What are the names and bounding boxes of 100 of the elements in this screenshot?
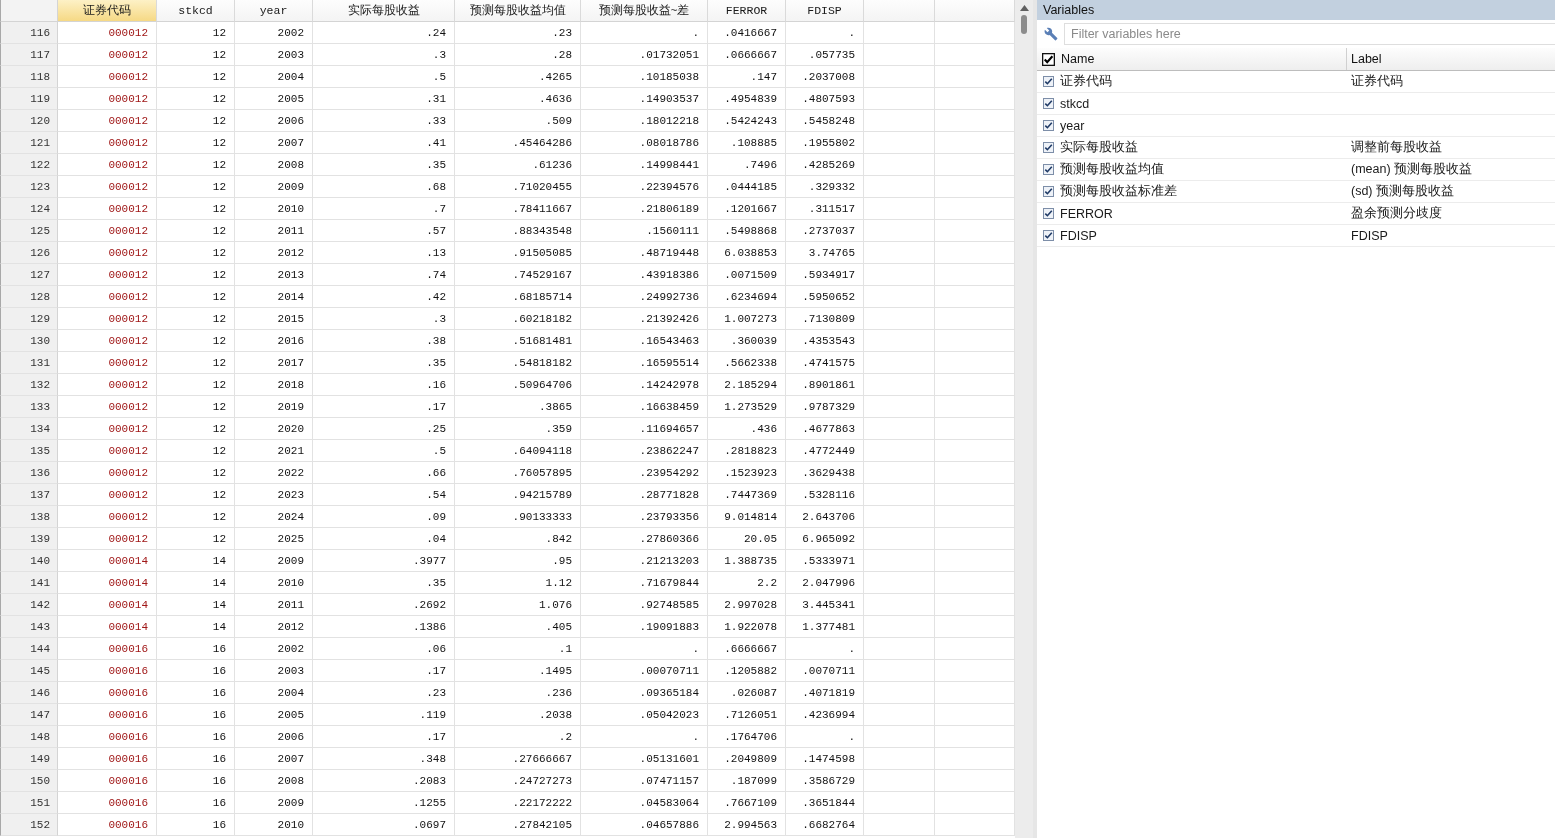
variable-name[interactable]: 预测每股收益均值 [1060, 161, 1164, 178]
table-cell: .329332 [786, 176, 864, 198]
table-cell: 2004 [235, 66, 313, 88]
table-cell: .4285269 [786, 154, 864, 176]
table-cell: .91505085 [455, 242, 581, 264]
table-cell: 000012 [58, 462, 157, 484]
table-cell: .2038 [455, 704, 581, 726]
row-number: 129 [0, 308, 58, 330]
table-cell: .68 [313, 176, 455, 198]
table-cell: .51681481 [455, 330, 581, 352]
scroll-up-icon[interactable] [1019, 5, 1029, 11]
table-cell: 2006 [235, 110, 313, 132]
variable-name[interactable]: FDISP [1060, 228, 1097, 243]
variable-name[interactable]: FERROR [1060, 206, 1113, 221]
variable-name[interactable]: stkcd [1060, 96, 1090, 111]
column-header[interactable]: year [235, 0, 313, 22]
table-cell: .7126051 [708, 704, 786, 726]
table-cell: 12 [157, 286, 235, 308]
table-cell: .09365184 [581, 682, 708, 704]
table-cell: 2.2 [708, 572, 786, 594]
checkbox[interactable] [1043, 164, 1054, 175]
filter-field[interactable]: Filter variables here [1064, 23, 1555, 45]
table-cell: .4265 [455, 66, 581, 88]
table-cell: .14903537 [581, 88, 708, 110]
table-cell: .90133333 [455, 506, 581, 528]
row-number: 144 [0, 638, 58, 660]
row-number: 118 [0, 66, 58, 88]
table-cell: .76057895 [455, 462, 581, 484]
table-cell: 12 [157, 528, 235, 550]
table-cell: 12 [157, 374, 235, 396]
column-header[interactable]: FDISP [786, 0, 864, 22]
column-header[interactable]: stkcd [157, 0, 235, 22]
checkbox[interactable] [1043, 208, 1054, 219]
checkbox[interactable] [1043, 120, 1054, 131]
table-cell: .359 [455, 418, 581, 440]
row-number: 123 [0, 176, 58, 198]
row-number: 149 [0, 748, 58, 770]
table-cell: .21213203 [581, 550, 708, 572]
table-cell: 000012 [58, 220, 157, 242]
table-cell: .21806189 [581, 198, 708, 220]
table-cell: 2010 [235, 572, 313, 594]
table-cell: 16 [157, 770, 235, 792]
row-number: 145 [0, 660, 58, 682]
empty-cell [864, 484, 935, 506]
table-cell: .35 [313, 352, 455, 374]
checkbox[interactable] [1043, 186, 1054, 197]
table-cell: .9787329 [786, 396, 864, 418]
table-cell: 12 [157, 462, 235, 484]
variable-name[interactable]: 实际每股收益 [1060, 139, 1138, 156]
column-header[interactable]: Label [1351, 52, 1382, 66]
variable-label: 调整前每股收益 [1351, 139, 1442, 156]
table-cell: 2020 [235, 418, 313, 440]
table-cell: 2009 [235, 792, 313, 814]
column-header[interactable]: Name [1061, 52, 1095, 66]
table-cell: 12 [157, 198, 235, 220]
column-header[interactable]: 证券代码 [58, 0, 157, 22]
empty-cell [864, 748, 935, 770]
row-number: 119 [0, 88, 58, 110]
table-cell: .1 [455, 638, 581, 660]
table-cell: 16 [157, 748, 235, 770]
wrench-icon[interactable] [1044, 27, 1058, 41]
table-cell: 2014 [235, 286, 313, 308]
scrollbar-thumb[interactable] [1021, 15, 1027, 34]
column-header[interactable]: 实际每股收益 [313, 0, 455, 22]
column-header[interactable]: 预测每股收益均值 [455, 0, 581, 22]
checkbox[interactable] [1043, 142, 1054, 153]
table-cell: 1.007273 [708, 308, 786, 330]
table-cell: 16 [157, 682, 235, 704]
table-cell: .60218182 [455, 308, 581, 330]
variable-name[interactable]: 证券代码 [1060, 73, 1112, 90]
table-cell: 2007 [235, 132, 313, 154]
row-number: 124 [0, 198, 58, 220]
empty-cell [864, 132, 935, 154]
table-cell: .04 [313, 528, 455, 550]
variable-name[interactable]: 预测每股收益标准差 [1060, 183, 1177, 200]
table-cell: .22394576 [581, 176, 708, 198]
variable-name[interactable]: year [1060, 118, 1085, 133]
table-cell: .24 [313, 22, 455, 44]
table-cell: .66 [313, 462, 455, 484]
table-cell: .2037008 [786, 66, 864, 88]
table-cell: 2024 [235, 506, 313, 528]
table-cell: .7 [313, 198, 455, 220]
table-cell: 000016 [58, 792, 157, 814]
table-cell: .2049809 [708, 748, 786, 770]
table-cell: 1.922078 [708, 616, 786, 638]
empty-cell [864, 308, 935, 330]
row-number: 135 [0, 440, 58, 462]
checkbox[interactable] [1042, 52, 1055, 66]
empty-cell [864, 88, 935, 110]
table-cell: 1.076 [455, 594, 581, 616]
checkbox[interactable] [1043, 230, 1054, 241]
table-cell: .05131601 [581, 748, 708, 770]
table-cell: .17 [313, 660, 455, 682]
table-cell: 12 [157, 308, 235, 330]
column-header[interactable]: FERROR [708, 0, 786, 22]
checkbox[interactable] [1043, 76, 1054, 87]
row-number: 142 [0, 594, 58, 616]
column-header[interactable]: 预测每股收益~差 [581, 0, 708, 22]
checkbox[interactable] [1043, 98, 1054, 109]
panel-title: Variables [1037, 0, 1555, 20]
